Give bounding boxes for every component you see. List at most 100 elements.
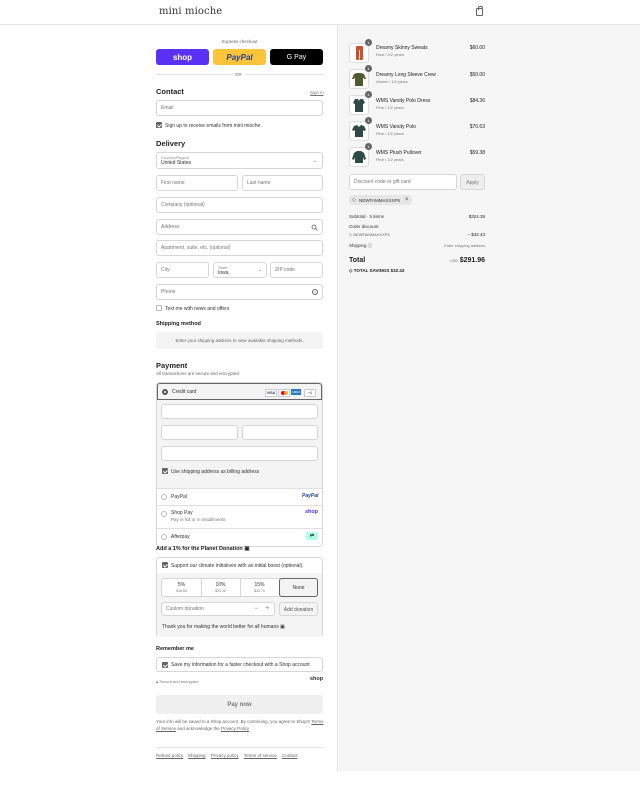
email-field[interactable]: Email — [156, 100, 323, 116]
donation-none-label: None — [292, 585, 305, 591]
shipping-label-row: Shipping ⓘ — [349, 243, 372, 249]
name-on-card-field[interactable] — [161, 446, 318, 461]
discount-code-field[interactable]: Discount code or gift card — [349, 174, 457, 190]
product-variant: Pine / 1/2 years — [376, 105, 404, 110]
total-value: $291.96 — [459, 257, 485, 264]
shipping-method-title: Shipping method — [156, 321, 201, 327]
help-icon[interactable]: ? — [312, 289, 318, 295]
minus-icon[interactable]: − — [254, 606, 258, 612]
shop-account-notice-and: and acknowledge the — [177, 726, 220, 731]
remember-me-title: Remember me — [156, 646, 194, 652]
total-savings-value: $32.43 — [390, 268, 405, 273]
shop-pay-button[interactable]: shop — [156, 49, 209, 65]
shop-account-notice-text: Your info will be saved to a Shop accoun… — [156, 719, 311, 724]
quantity-badge: 1 — [365, 143, 372, 150]
product-variant: Pine / 1/2 years — [376, 157, 404, 162]
donation-tier-amount: $16.60 — [176, 589, 187, 593]
lock-icon: 🔒︎ — [156, 679, 159, 684]
footer-terms-link[interactable]: Terms of service — [244, 753, 277, 758]
contact-title: Contact — [156, 87, 184, 96]
text-offers-checkbox[interactable] — [156, 305, 162, 311]
product-title: WMS Plush Pullover — [376, 150, 422, 156]
pullover-image — [352, 151, 366, 163]
shop-pay-option[interactable]: Shop Pay Pay in full or in installments … — [157, 506, 322, 528]
footer-privacy-link[interactable]: Privacy policy — [211, 753, 239, 758]
product-thumbnail — [349, 95, 369, 115]
shopping-bag-icon[interactable] — [476, 6, 483, 16]
visa-icon: VISA — [265, 389, 277, 397]
store-logo[interactable]: mini mioche — [159, 6, 222, 17]
donation-tier-none[interactable]: None — [279, 578, 318, 597]
donation-support-checkbox[interactable] — [162, 562, 168, 568]
paypal-logo: PayPal — [302, 493, 319, 499]
shop-pay-option-label: Shop Pay — [171, 510, 193, 516]
shop-pay-logo: shop — [305, 509, 319, 515]
sign-in-link[interactable]: Sign in — [310, 90, 324, 95]
shop-pay-radio[interactable] — [161, 511, 167, 517]
apartment-field[interactable]: Apartment, suite, etc. (optional) — [156, 240, 323, 256]
company-field[interactable]: Company (optional) — [156, 197, 323, 213]
shop-pay-label: shop — [172, 52, 193, 62]
pay-now-button[interactable]: Pay now — [156, 695, 323, 714]
credit-card-option[interactable]: Credit card VISA AMEX +4 — [157, 383, 322, 400]
paypal-radio[interactable] — [161, 494, 167, 500]
donation-tier-15[interactable]: 15% $43.79 — [240, 579, 280, 596]
save-info-checkbox[interactable] — [162, 662, 168, 668]
quantity-badge: 1 — [365, 117, 372, 124]
apply-label: Apply — [466, 180, 479, 186]
help-icon[interactable]: ⓘ — [368, 243, 373, 248]
newsletter-checkbox[interactable] — [156, 122, 162, 128]
afterpay-radio[interactable] — [161, 534, 167, 540]
billing-same-checkbox[interactable] — [162, 468, 168, 474]
address-field[interactable]: Address — [156, 219, 323, 235]
total-label: Total — [349, 257, 366, 264]
google-pay-button[interactable]: G Pay — [270, 49, 323, 65]
remove-discount-icon[interactable]: × — [405, 197, 409, 203]
divider-left — [156, 74, 234, 75]
mastercard-icon — [278, 389, 290, 397]
custom-donation-field[interactable]: Custom donation − + — [161, 602, 275, 616]
plus-icon[interactable]: + — [265, 606, 269, 612]
applied-discount: ◇ NEWFAMMAXXXP5 — [349, 232, 390, 237]
security-code-field[interactable] — [242, 425, 318, 440]
last-name-field[interactable]: Last name — [242, 175, 323, 191]
credit-card-radio[interactable] — [162, 389, 168, 395]
expiry-field[interactable] — [161, 425, 238, 440]
apply-button[interactable]: Apply — [460, 174, 485, 190]
afterpay-icon: ⇄ — [306, 532, 318, 540]
shop-privacy-link[interactable]: Privacy Policy — [221, 726, 249, 731]
zip-field[interactable]: ZIP code — [270, 262, 323, 278]
donation-tier-10[interactable]: 10% $29.20 — [201, 579, 241, 596]
state-select[interactable]: State Iowa ⌄ — [213, 262, 267, 278]
footer-contact-link[interactable]: Contact — [282, 753, 298, 758]
city-field[interactable]: City — [156, 262, 209, 278]
secure-note: 🔒︎ Secure and encrypted — [156, 679, 198, 684]
phone-field[interactable]: Phone ? — [156, 284, 323, 300]
add-donation-button[interactable]: Add donation — [279, 602, 318, 616]
chevron-down-icon: ⌄ — [257, 267, 262, 273]
search-icon — [311, 224, 318, 231]
donation-support-label: Support our climate initiatives with an … — [171, 563, 304, 569]
footer-refund-link[interactable]: Refund policy — [156, 753, 183, 758]
first-name-field[interactable]: First name — [156, 175, 238, 191]
afterpay-option[interactable]: Afterpay ⇄ — [157, 529, 322, 546]
card-number-field[interactable] — [161, 404, 318, 419]
product-thumbnail — [349, 69, 369, 89]
paypal-button[interactable]: PayPal — [213, 49, 266, 65]
credit-card-label: Credit card — [172, 389, 197, 395]
or-separator: OR — [235, 72, 242, 77]
remember-me-panel: Save my information for a faster checkou… — [156, 657, 323, 672]
donation-options-panel: 5% $16.60 10% $29.20 15% $43.79 None Cus… — [157, 573, 322, 637]
newsletter-label: Sign up to receive emails from mini mioc… — [165, 123, 262, 129]
order-discount-label: Order discount — [349, 224, 379, 229]
total-savings: ◇ TOTAL SAVINGS $32.43 — [349, 268, 404, 274]
paypal-option[interactable]: PayPal PayPal — [157, 489, 322, 505]
subtotal-value: $324.39 — [468, 214, 485, 219]
country-select[interactable]: Country/Region United States ⌄ — [156, 152, 323, 169]
donation-tier-group: 5% $16.60 10% $29.20 15% $43.79 None — [161, 578, 318, 597]
more-cards-badge: +4 — [304, 389, 316, 397]
discount-tag-code: NEWFAMMAXXXP5 — [359, 197, 401, 203]
email-placeholder: Email — [161, 105, 174, 111]
donation-tier-5[interactable]: 5% $16.60 — [162, 579, 202, 596]
footer-shipping-link[interactable]: Shipping — [188, 753, 206, 758]
